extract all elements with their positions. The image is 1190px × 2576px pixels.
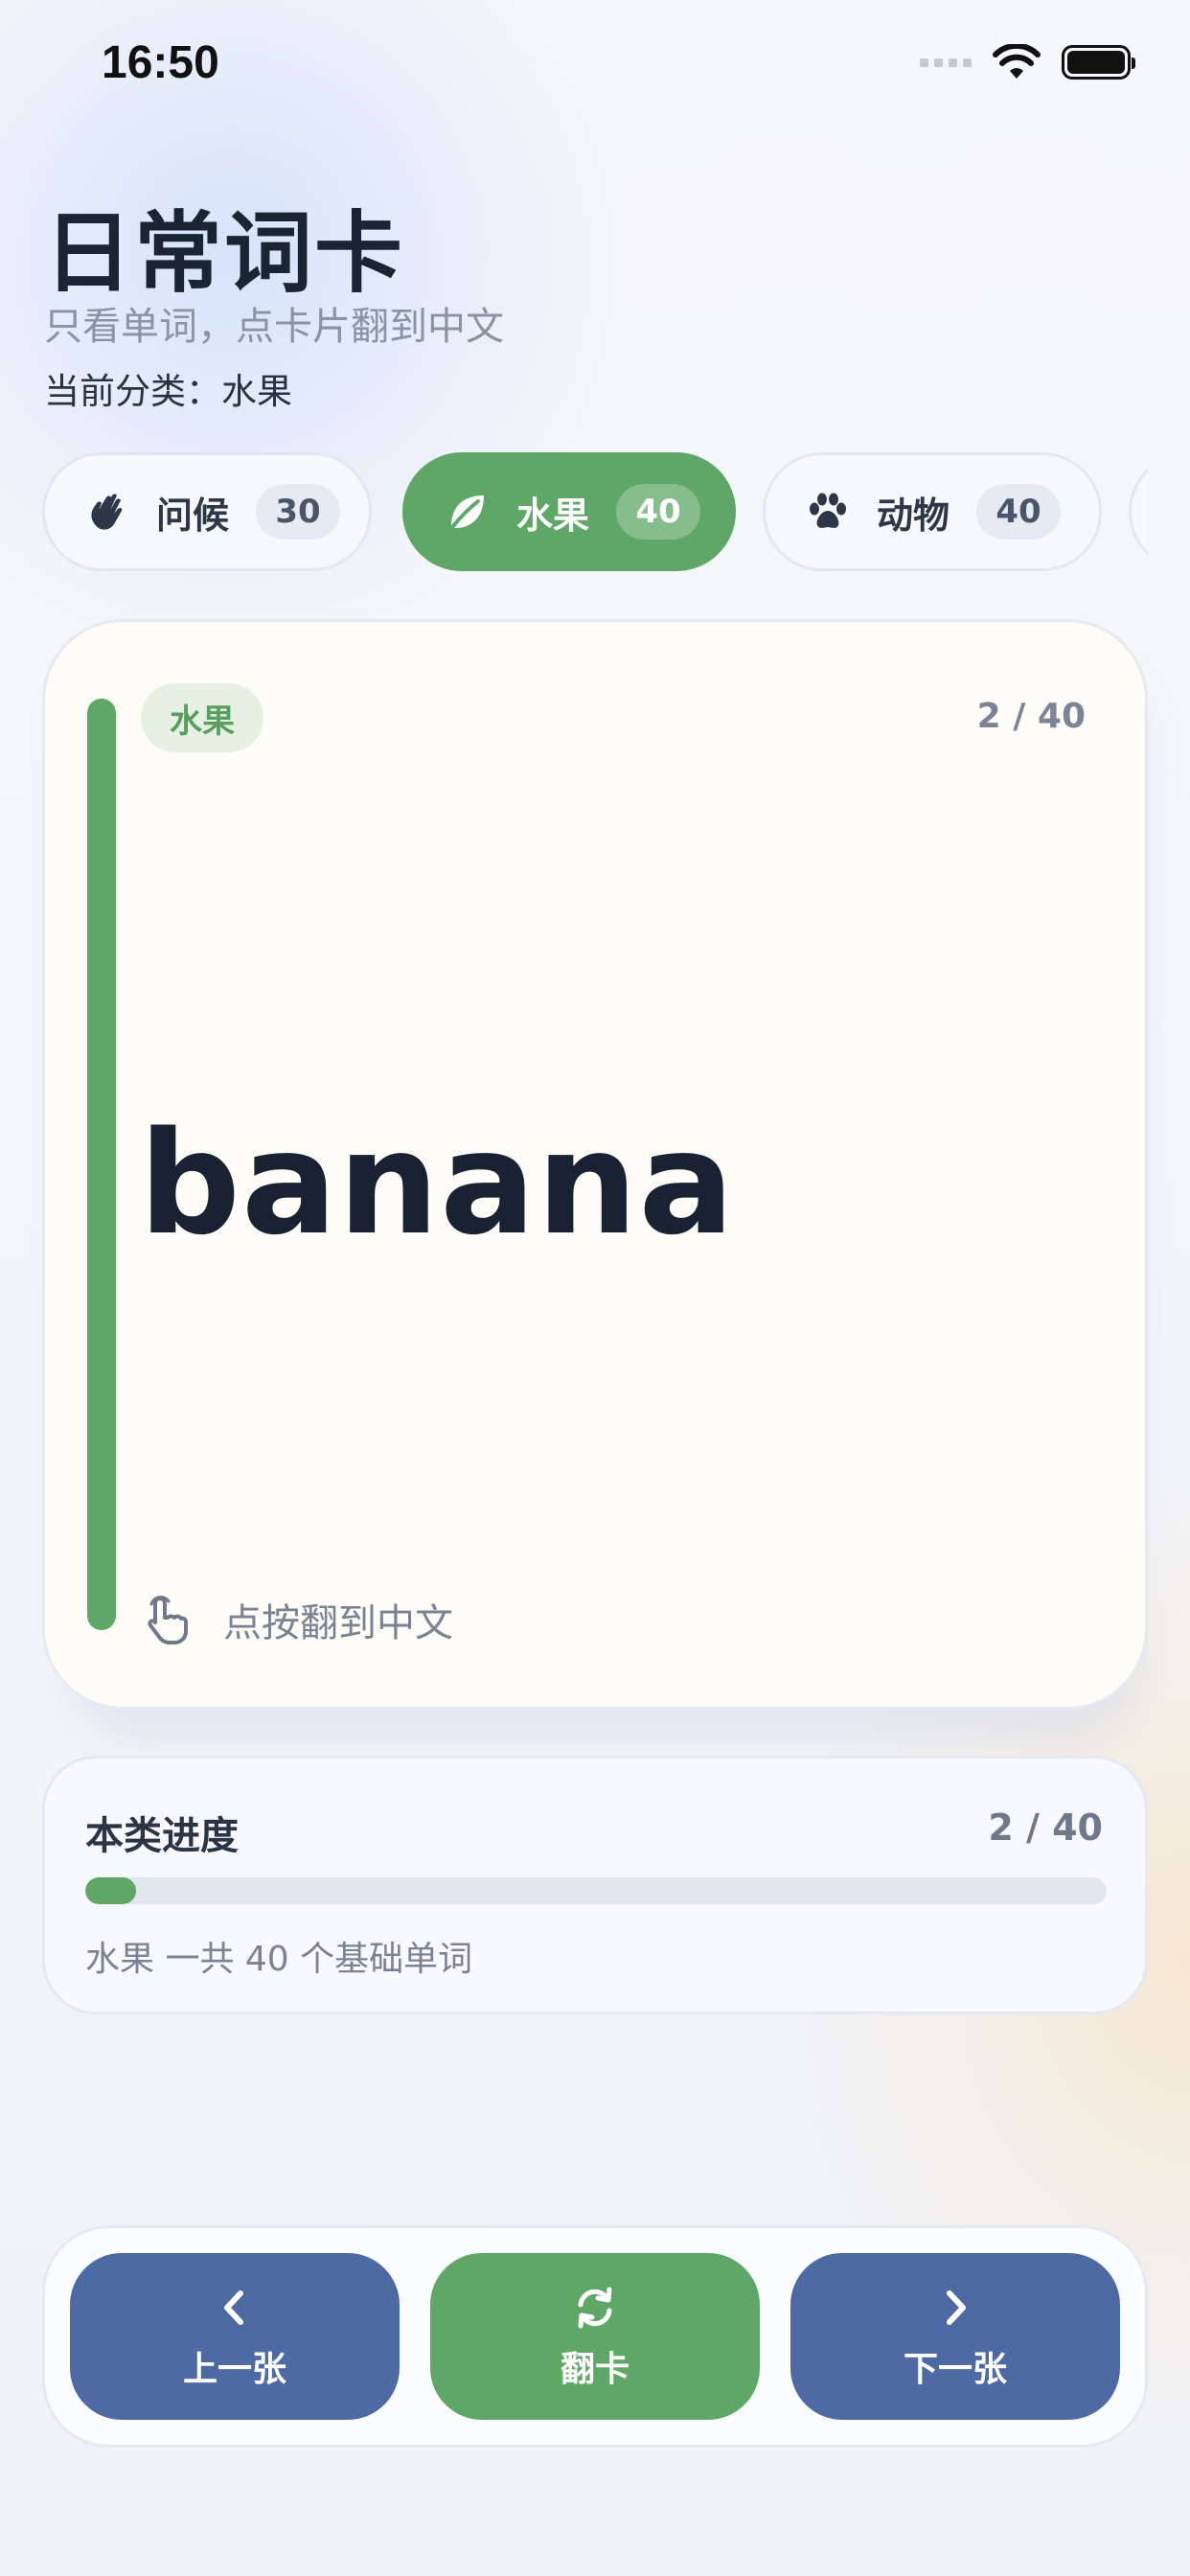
- card-word: banana: [139, 1101, 736, 1266]
- cellular-signal-icon: [920, 58, 972, 67]
- card-category-tag: 水果: [141, 683, 263, 752]
- progress-count: 2 / 40: [988, 1806, 1103, 1849]
- leaf-icon: [451, 495, 484, 528]
- next-card-button[interactable]: 下一张: [790, 2253, 1120, 2420]
- card-hint-text: 点按翻到中文: [223, 1601, 453, 1645]
- chevron-left-icon: [224, 2290, 243, 2325]
- category-progress-card: 本类进度 2 / 40 水果 一共 40 个基础单词: [42, 1756, 1148, 2014]
- progress-bar-fill: [85, 1877, 137, 1904]
- previous-card-button[interactable]: 上一张: [70, 2253, 400, 2420]
- flip-card-button[interactable]: 翻卡: [430, 2253, 760, 2420]
- chevron-right-icon: [947, 2290, 966, 2325]
- tap-hand-icon: [148, 1596, 188, 1644]
- progress-bar: [85, 1877, 1107, 1904]
- page-title: 日常词卡: [44, 202, 405, 305]
- flip-card-label: 翻卡: [560, 2350, 629, 2389]
- wifi-icon: [993, 44, 1041, 79]
- current-category-label: 当前分类：水果: [44, 371, 292, 412]
- status-indicators: [920, 44, 1135, 80]
- next-card-label: 下一张: [903, 2350, 1007, 2389]
- previous-card-label: 上一张: [182, 2350, 286, 2389]
- page-subtitle: 只看单词，点卡片翻到中文: [44, 305, 504, 349]
- paw-icon: [810, 493, 846, 528]
- refresh-icon: [578, 2287, 612, 2329]
- waving-hand-icon: [91, 494, 123, 530]
- word-card[interactable]: 水果 2 / 40 banana 点按翻到中文: [42, 619, 1148, 1710]
- category-chip-more[interactable]: [1129, 452, 1148, 571]
- category-tabs: 问候 30 水果 40 动物 40: [42, 452, 1148, 573]
- category-chip-greetings[interactable]: 问候 30: [42, 452, 372, 571]
- card-accent-bar: [87, 699, 116, 1630]
- category-chip-label: 水果: [516, 494, 590, 537]
- category-chip-count: 40: [616, 484, 701, 540]
- progress-note: 水果 一共 40 个基础单词: [85, 1940, 473, 1979]
- status-time: 16:50: [102, 37, 219, 88]
- category-chip-fruits[interactable]: 水果 40: [402, 452, 736, 571]
- card-index: 2 / 40: [976, 697, 1086, 736]
- card-action-bar: 上一张 翻卡 下一张: [42, 2225, 1148, 2448]
- card-flip-hint: 点按翻到中文: [141, 1592, 453, 1647]
- category-chip-animals[interactable]: 动物 40: [763, 452, 1102, 571]
- category-chip-count: 30: [256, 484, 341, 540]
- progress-title: 本类进度: [85, 1814, 239, 1858]
- category-chip-label: 问候: [156, 494, 230, 537]
- app-screen: 16:50 日常词卡 只看单词，点卡片翻到中文 当前分类：水果 问候 30 水果…: [0, 0, 1190, 2576]
- category-chip-count: 40: [976, 484, 1062, 540]
- category-chip-label: 动物: [877, 494, 950, 537]
- battery-icon: [1062, 45, 1135, 80]
